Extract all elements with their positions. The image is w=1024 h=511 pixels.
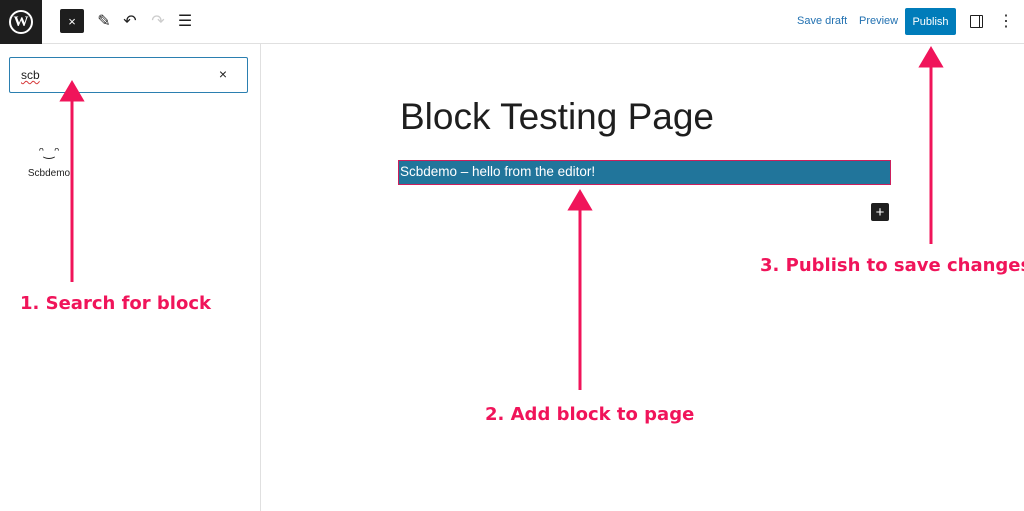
arrowhead-step1 [59,80,85,102]
annotation-overlay: 1. Search for block 2. Add block to page… [19,46,1024,427]
arrowhead-step2 [567,189,593,211]
step2-label: 2. Add block to page [485,404,694,425]
arrowhead-step3 [918,46,944,68]
step1-label: 1. Search for block [20,293,212,314]
step3-label: 3. Publish to save changes. [760,255,1024,276]
